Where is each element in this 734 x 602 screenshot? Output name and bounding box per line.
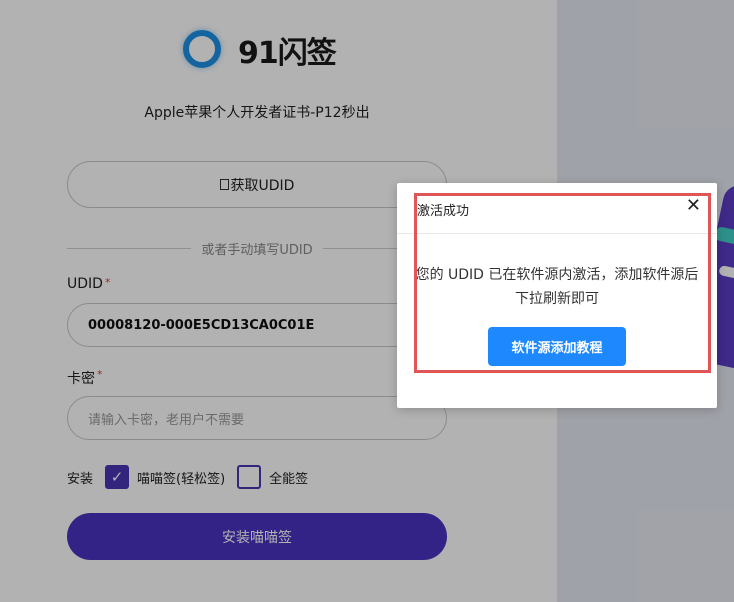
highlight-box <box>414 193 711 373</box>
